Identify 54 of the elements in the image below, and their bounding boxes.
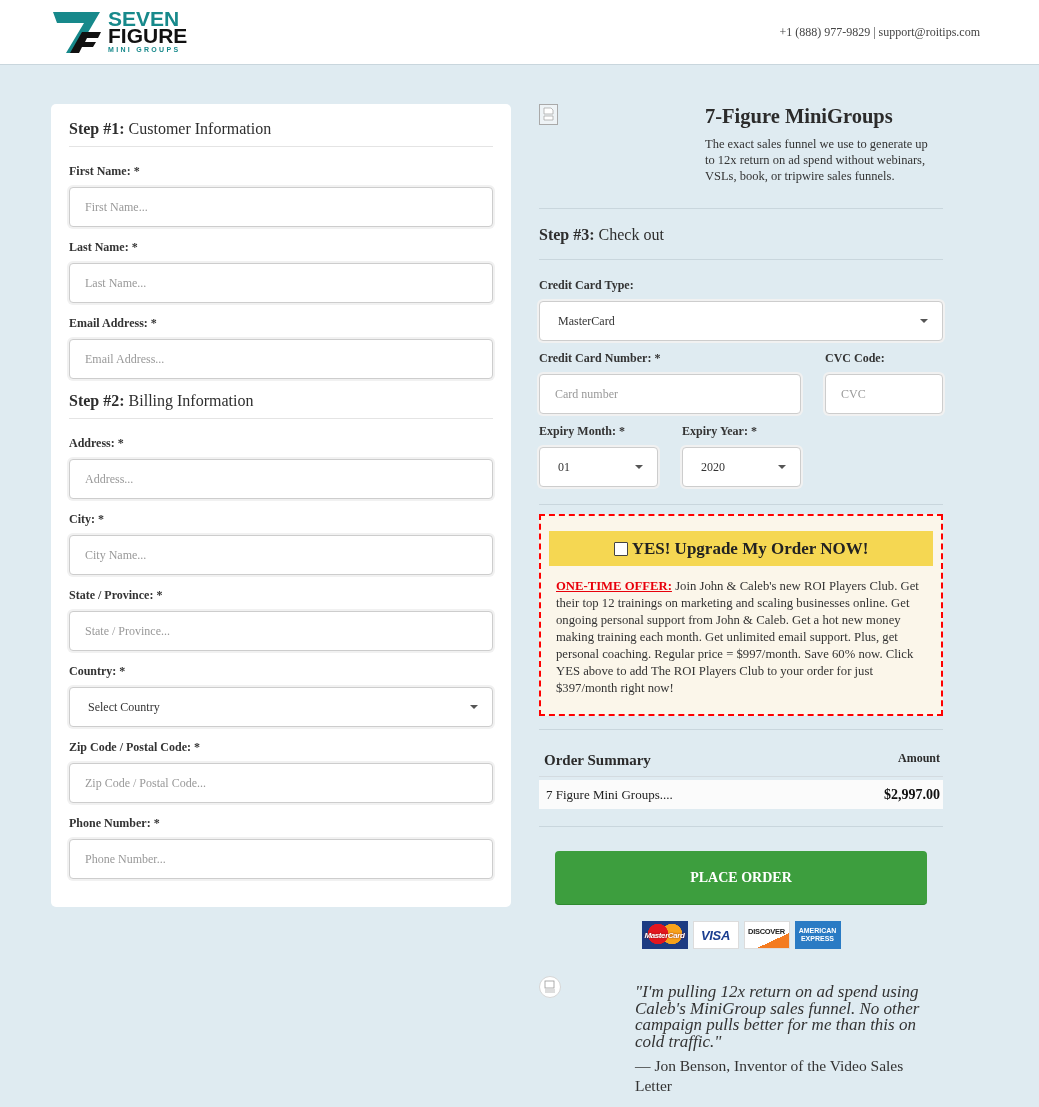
upgrade-label: YES! Upgrade My Order NOW!: [631, 538, 869, 559]
field-label: Expiry Month: *: [539, 423, 625, 439]
testimonial-quote: "I'm pulling 12x return on ad spend using Caleb's MiniGroup sales funnel. No other campaign pulls better for me than this on cold traffic.": [635, 984, 921, 1051]
broken-image-icon: [539, 104, 558, 125]
caret-icon: [635, 465, 643, 469]
amount-heading: Amount: [898, 751, 940, 765]
field-label: State / Province: *: [69, 587, 163, 603]
field-label: Credit Card Number: *: [539, 350, 661, 366]
field-label: Address: *: [69, 435, 124, 451]
field-label: Email Address: *: [69, 315, 157, 331]
input-field[interactable]: State / Province...: [69, 611, 493, 651]
product-title: 7-Figure MiniGroups: [705, 104, 893, 128]
input-field[interactable]: Phone Number...: [69, 839, 493, 879]
field-label: Phone Number: *: [69, 815, 160, 831]
input-field[interactable]: Zip Code / Postal Code...: [69, 763, 493, 803]
select-field[interactable]: 01: [539, 447, 658, 487]
upgrade-bar[interactable]: YES! Upgrade My Order NOW!: [549, 531, 933, 566]
input-field[interactable]: CVC: [825, 374, 943, 414]
select-field[interactable]: MasterCard: [539, 301, 943, 341]
section-heading: Step #1: Customer Information: [69, 119, 493, 147]
field-label: Last Name: *: [69, 239, 138, 255]
input-field[interactable]: Card number: [539, 374, 801, 414]
input-field[interactable]: First Name...: [69, 187, 493, 227]
product-description: The exact sales funnel we use to generate up to 12x return on ad spend without webinars, VSLs, book, or tripwire sales funnels.: [705, 136, 929, 184]
testimonial-author: — Jon Benson, Inventor of the Video Sales Letter: [635, 1055, 905, 1096]
field-label: Credit Card Type:: [539, 277, 634, 293]
field-label: City: *: [69, 511, 104, 527]
field-label: Expiry Year: *: [682, 423, 757, 439]
broken-image-icon: [539, 976, 561, 998]
item-name: 7 Figure Mini Groups....: [546, 786, 673, 803]
checkbox[interactable]: [613, 541, 628, 556]
input-field[interactable]: City Name...: [69, 535, 493, 575]
select-field[interactable]: Select Country: [69, 687, 493, 727]
field-label: CVC Code:: [825, 350, 885, 366]
section-heading: Step #3: Check out: [539, 209, 943, 260]
logo-text: FIGURE: [108, 27, 188, 44]
item-amount: $2,997.00: [884, 786, 940, 803]
caret-icon: [470, 705, 478, 709]
field-label: Country: *: [69, 663, 126, 679]
select-field[interactable]: 2020: [682, 447, 801, 487]
logo-text: SEVEN: [108, 10, 180, 27]
contact-info: +1 (888) 977-9829 | support@roitips.com: [779, 24, 980, 40]
summary-title: Order Summary: [544, 751, 651, 770]
logo-icon: [53, 10, 101, 54]
offer-text: ONE-TIME OFFER: Join John & Caleb's new ROI Players Club. Get their top 12 trainings on marketing and scaling businesses online. Get ongoing personal support from John & Caleb. Get a hot new money making training each month. Get unlimited email support. Plus, get personal coaching. Regular price = $997/month. Save 60% now. Click YES above to add The ROI Players Club to your order for just $397/month right now!: [555, 578, 920, 697]
input-field[interactable]: Last Name...: [69, 263, 493, 303]
input-field[interactable]: Address...: [69, 459, 493, 499]
input-field[interactable]: Email Address...: [69, 339, 493, 379]
caret-icon: [920, 319, 928, 323]
field-label: First Name: *: [69, 163, 140, 179]
payment-logo: VISA: [692, 921, 739, 949]
caret-icon: [778, 465, 786, 469]
section-heading: Step #2: Billing Information: [69, 391, 493, 419]
field-label: Zip Code / Postal Code: *: [69, 739, 200, 755]
